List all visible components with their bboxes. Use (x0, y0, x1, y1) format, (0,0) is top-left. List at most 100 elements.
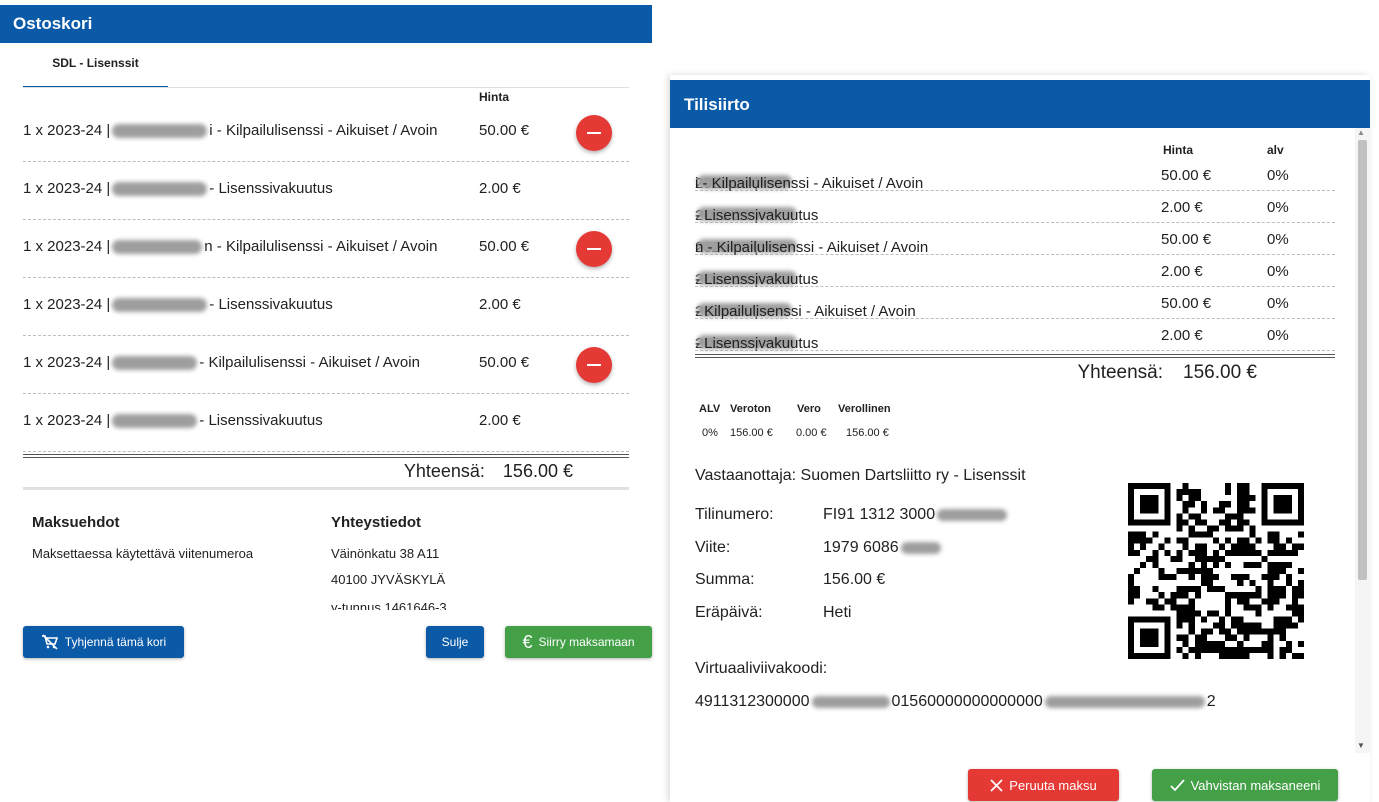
total-value: 156.00 € (1183, 362, 1257, 383)
total-separator (23, 454, 629, 458)
cart-row: 1 x 2023-24 | - Lisenssivakuutus 2.00 € (23, 394, 629, 452)
due-date-value: Heti (823, 604, 852, 621)
transfer-row-price: 2.00 € (1161, 199, 1203, 216)
transfer-row: 2023-24 |- Kilpailulisenssi - Aikuiset /… (695, 287, 1335, 320)
transfer-row-price: 2.00 € (1161, 327, 1203, 344)
cart-dialog: Ostoskori SDL - Lisenssit Hinta 1 x 2023… (0, 0, 652, 680)
transfer-row-price: 50.00 € (1161, 231, 1212, 248)
cart-row-description: 1 x 2023-24 | i - Kilpailulisenssi - Aiku… (23, 122, 438, 139)
transfer-row: 2023-24 |i - Kilpailulisenssi - Aikuiset… (695, 159, 1335, 192)
account-label: Tilinumero: (695, 506, 774, 523)
cart-row-description: 1 x 2023-24 | n - Kilpailulisenssi - Aiku… (23, 238, 438, 255)
contact-address: Väinönkatu 38 A11 (331, 546, 440, 561)
redacted-name (112, 298, 208, 313)
close-label: Sulje (441, 635, 469, 649)
total-separator (695, 354, 1335, 358)
reference-number: 1979 6086 (823, 539, 943, 557)
payment-terms-title: Maksuehdot (32, 514, 120, 531)
check-icon (1169, 778, 1185, 791)
empty-cart-button[interactable]: Tyhjennä tämä kori (23, 626, 184, 658)
cancel-payment-button[interactable]: Peruuta maksu (968, 769, 1119, 801)
tab-sdl-lisenssit[interactable]: SDL - Lisenssit (23, 48, 168, 88)
transfer-total: Yhteensä: 156.00 € (695, 362, 1257, 384)
total-value: 156.00 € (502, 461, 573, 481)
transfer-row-price: 50.00 € (1161, 167, 1212, 184)
contact-business-id: y-tunnus 1461646-3 (331, 600, 447, 610)
proceed-to-payment-button[interactable]: € Siirry maksamaan (505, 626, 652, 658)
empty-cart-label: Tyhjennä tämä kori (64, 635, 167, 649)
cart-row-price: 2.00 € (479, 296, 521, 313)
confirm-payment-button[interactable]: Vahvistan maksaneeni (1152, 769, 1338, 801)
transfer-row: 2023-24 |n - Kilpailulisenssi - Aikuiset… (695, 223, 1335, 256)
redacted-barcode-part (1044, 695, 1205, 708)
transfer-row-vat: 0% (1267, 199, 1289, 216)
price-column-header: Hinta (1163, 143, 1193, 157)
qr-code (1128, 483, 1304, 659)
amount-label: Summa: (695, 571, 755, 588)
vat-net: 156.00 € (730, 427, 773, 439)
cart-row-description: 1 x 2023-24 | - Lisenssivakuutus (23, 180, 333, 197)
cart-total: Yhteensä: 156.00 € (23, 461, 573, 482)
redacted-name (112, 414, 198, 429)
cart-row-price: 2.00 € (479, 180, 521, 197)
contact-city: 40100 JYVÄSKYLÄ (331, 572, 446, 587)
tab-divider (23, 87, 629, 88)
contact-title: Yhteystiedot (331, 514, 422, 531)
amount-value: 156.00 € (823, 571, 886, 588)
cart-row-description: 1 x 2023-24 | - Lisenssivakuutus (23, 412, 323, 429)
close-icon (990, 778, 1003, 792)
redacted-name (112, 182, 208, 197)
proceed-label: Siirry maksamaan (538, 635, 635, 649)
close-button[interactable]: Sulje (426, 626, 484, 658)
remove-item-button[interactable] (576, 115, 612, 151)
cancel-payment-label: Peruuta maksu (1009, 777, 1097, 793)
vat-rate: 0% (702, 427, 718, 439)
cart-row: 1 x 2023-24 | n - Kilpailulisenssi - Aiku… (23, 220, 629, 278)
cart-row-price: 50.00 € (479, 238, 530, 255)
cart-row-price: 50.00 € (479, 122, 530, 139)
scroll-down-icon[interactable]: ▼ (1357, 741, 1365, 750)
due-date-label: Eräpäivä: (695, 604, 763, 621)
vat-column-header: alv (1267, 143, 1284, 157)
cart-row: 1 x 2023-24 | - Kilpailulisenssi - Aikuis… (23, 336, 629, 394)
remove-item-button[interactable] (576, 347, 612, 383)
vat-header-tax: Vero (797, 403, 821, 415)
contact-business-id-clipped: y-tunnus 1461646-3 (331, 598, 531, 610)
bank-transfer-dialog: Tilisiirto ▲ ▼ Hinta alv 2023-24 |i - Ki… (670, 75, 1370, 802)
redacted-name (112, 240, 203, 255)
cart-row-description: 1 x 2023-24 | - Kilpailulisenssi - Aikuis… (23, 354, 420, 371)
cart-remove-icon (41, 634, 58, 650)
cart-row: 1 x 2023-24 | - Lisenssivakuutus 2.00 € (23, 278, 629, 336)
confirm-payment-label: Vahvistan maksaneeni (1190, 777, 1321, 793)
virtual-barcode-label: Virtuaaliviivakoodi: (695, 660, 828, 677)
recipient: Vastaanottaja: Suomen Dartsliitto ry - L… (695, 467, 1026, 484)
cart-title: Ostoskori (0, 5, 652, 43)
clipped-text-line: ​ (695, 747, 1335, 753)
transfer-title: Tilisiirto (670, 80, 1370, 128)
vat-header-rate: ALV (699, 403, 721, 415)
virtual-barcode-value: 4911312300000 01560000000000000 2 (695, 693, 1216, 710)
redacted-name (112, 356, 198, 371)
cart-row-price: 50.00 € (479, 354, 530, 371)
redacted-name (112, 124, 208, 139)
transfer-row: 2023-24 |- Lisenssivakuutus 2.00 € 0% (695, 319, 1335, 352)
transfer-row-vat: 0% (1267, 231, 1289, 248)
redacted-account (937, 508, 1008, 521)
remove-item-button[interactable] (576, 231, 612, 267)
transfer-row-vat: 0% (1267, 263, 1289, 280)
vat-header-gross: Verollinen (838, 403, 891, 415)
reference-label: Viite: (695, 539, 731, 556)
scrollbar-thumb[interactable] (1358, 140, 1367, 580)
cart-row-description: 1 x 2023-24 | - Lisenssivakuutus (23, 296, 333, 313)
payment-terms-text: Maksettaessa käytettävä viitenumeroa (32, 546, 254, 561)
cart-row: 1 x 2023-24 | - Lisenssivakuutus 2.00 € (23, 162, 629, 220)
total-label: Yhteensä: (1077, 362, 1164, 383)
cart-row: 1 x 2023-24 | i - Kilpailulisenssi - Aiku… (23, 104, 629, 162)
scroll-up-icon[interactable]: ▲ (1357, 128, 1365, 137)
redacted-reference (900, 541, 941, 554)
vat-tax: 0.00 € (796, 427, 827, 439)
transfer-row-price: 2.00 € (1161, 263, 1203, 280)
transfer-row-price: 50.00 € (1161, 295, 1212, 312)
section-divider (23, 487, 629, 490)
vat-gross: 156.00 € (846, 427, 889, 439)
